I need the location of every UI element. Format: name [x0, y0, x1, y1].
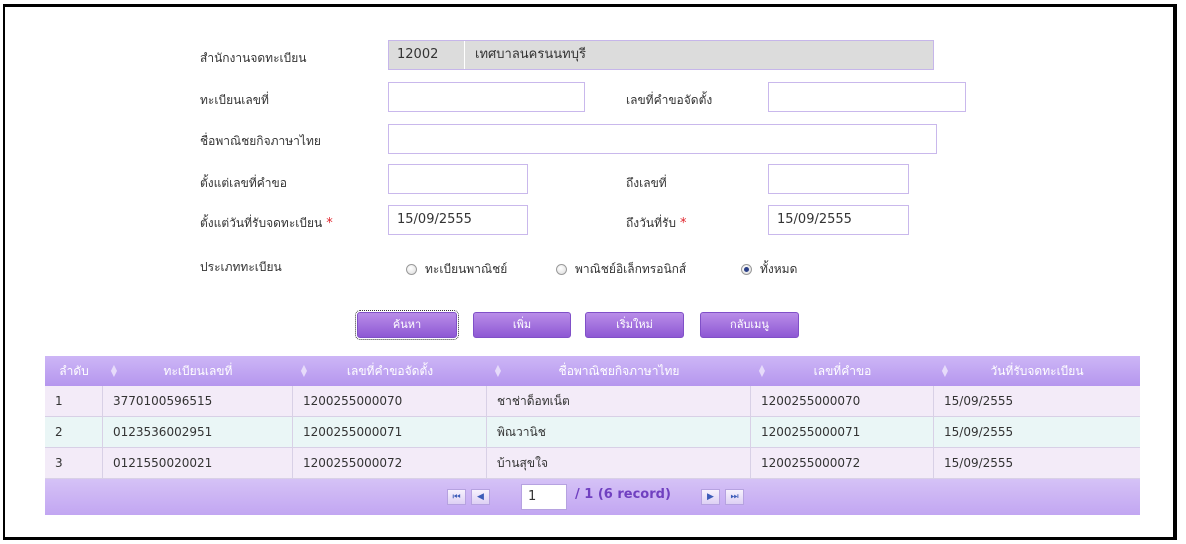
next-page-icon[interactable]: ▶ [701, 489, 720, 505]
cell-request-no: 1200255000070 [293, 386, 487, 416]
col-header-request-no[interactable]: ▲ ▼ เลขที่คำขอจัดตั้ง [293, 356, 487, 386]
request-no-input[interactable] [768, 82, 966, 112]
col-header-label: เลขที่คำขอ [813, 364, 872, 378]
table-row[interactable]: 3 0121550020021 1200255000072 บ้านสุขใจ … [45, 448, 1140, 479]
col-header-label: ทะเบียนเลขที่ [163, 364, 233, 378]
radio-commercial-label: ทะเบียนพาณิชย์ [425, 262, 508, 276]
cell-date: 15/09/2555 [944, 456, 1014, 470]
office-label: สำนักงานจดทะเบียน [200, 51, 307, 65]
cell-reg-no: 0123536002951 [103, 417, 293, 447]
radio-ecommerce-label: พาณิชย์อิเล็กทรอนิกส์ [575, 262, 687, 276]
col-header-reg-no[interactable]: ▲ ▼ ทะเบียนเลขที่ [103, 356, 293, 386]
office-field: 12002 เทศบาลนครนนทบุรี [388, 40, 934, 70]
cell-index: 3 [45, 448, 103, 478]
radio-all-label: ทั้งหมด [760, 262, 798, 276]
page-input[interactable]: 1 [521, 484, 567, 510]
office-name: เทศบาลนครนนทบุรี [475, 47, 586, 62]
cell-company: บ้านสุขใจ [487, 448, 751, 478]
col-header-label: เลขที่คำขอจัดตั้ง [346, 364, 434, 378]
radio-circle-selected[interactable] [741, 264, 752, 275]
request-no-label: เลขที่คำขอจัดตั้ง [626, 93, 713, 107]
table-row[interactable]: 2 0123536002951 1200255000071 พิณวานิช 1… [45, 417, 1140, 448]
radio-ecommerce[interactable]: พาณิชย์อิเล็กทรอนิกส์ [556, 260, 686, 279]
cell-req: 1200255000070 [751, 386, 934, 416]
col-header-label: ลำดับ [59, 364, 89, 378]
required-mark: * [326, 216, 333, 231]
col-header-req[interactable]: ▲ ▼ เลขที่คำขอ [751, 356, 934, 386]
radio-all[interactable]: ทั้งหมด [741, 260, 797, 279]
first-page-icon[interactable]: ⏮ [447, 489, 466, 505]
radio-circle[interactable] [556, 264, 567, 275]
to-no-label: ถึงเลขที่ [626, 176, 667, 190]
sort-icon: ▲ ▼ [494, 363, 502, 378]
cell-company: พิณวานิช [487, 417, 751, 447]
cell-req: 1200255000071 [751, 417, 934, 447]
cell-company: ชาช่าด็อทเน็ต [487, 386, 751, 416]
cell-req: 1200255000072 [751, 448, 934, 478]
cell-request-no: 1200255000071 [293, 417, 487, 447]
add-button[interactable]: เพิ่ม [473, 312, 571, 338]
cell-date: 15/09/2555 [944, 425, 1014, 439]
cell-index: 2 [45, 417, 103, 447]
page-summary: / 1 (6 record) [575, 487, 671, 502]
radio-commercial[interactable]: ทะเบียนพาณิชย์ [406, 260, 507, 279]
cell-reg-no: 0121550020021 [103, 448, 293, 478]
to-no-input[interactable] [768, 164, 909, 194]
cell-date: 15/09/2555 [944, 394, 1014, 408]
to-date-label-text: ถึงวันที่รับ [626, 216, 677, 230]
cell-request-no: 1200255000072 [293, 448, 487, 478]
col-header-label: วันที่รับจดทะเบียน [990, 364, 1084, 378]
cell-reg-no: 3770100596515 [103, 386, 293, 416]
from-date-label: ตั้งแต่วันที่รับจดทะเบียน * [200, 214, 333, 233]
from-request-input[interactable] [388, 164, 528, 194]
results-table: ลำดับ ▲ ▼ ทะเบียนเลขที่ ▲ ▼ เลขที่คำขอจัดตั้… [45, 356, 1140, 515]
reg-no-input[interactable] [388, 82, 585, 112]
last-page-icon[interactable]: ⏭ [725, 489, 744, 505]
sort-icon: ▲ ▼ [758, 363, 766, 378]
reset-button[interactable]: เริ่มใหม่ [585, 312, 684, 338]
from-date-label-text: ตั้งแต่วันที่รับจดทะเบียน [200, 216, 323, 230]
menu-button[interactable]: กลับเมนู [700, 312, 799, 338]
from-request-label: ตั้งแต่เลขที่คำขอ [200, 176, 287, 190]
sort-icon: ▲ ▼ [941, 363, 949, 378]
sort-icon: ▲ ▼ [300, 363, 308, 378]
to-date-input[interactable]: 15/09/2555 [768, 205, 909, 235]
prev-page-icon[interactable]: ◀ [471, 489, 490, 505]
pager: ⏮ ◀ 1 / 1 (6 record) ▶ ⏭ [45, 479, 1140, 515]
company-name-input[interactable] [388, 124, 937, 154]
from-date-input[interactable]: 15/09/2555 [388, 205, 528, 235]
col-header-label: ชื่อพาณิชยกิจภาษาไทย [558, 364, 680, 378]
table-row[interactable]: 1 3770100596515 1200255000070 ชาช่าด็อทเ… [45, 386, 1140, 417]
col-header-company[interactable]: ▲ ▼ ชื่อพาณิชยกิจภาษาไทย [487, 356, 751, 386]
to-date-label: ถึงวันที่รับ * [626, 214, 687, 233]
table-header: ลำดับ ▲ ▼ ทะเบียนเลขที่ ▲ ▼ เลขที่คำขอจัดตั้… [45, 356, 1140, 386]
col-header-index[interactable]: ลำดับ [45, 356, 103, 386]
radio-circle[interactable] [406, 264, 417, 275]
office-code: 12002 [397, 47, 439, 62]
cell-index: 1 [45, 386, 103, 416]
office-separator [464, 41, 465, 69]
reg-type-label: ประเภททะเบียน [200, 260, 282, 274]
col-header-date[interactable]: ▲ ▼ วันที่รับจดทะเบียน [934, 356, 1140, 386]
reg-no-label: ทะเบียนเลขที่ [200, 93, 269, 107]
sort-icon: ▲ ▼ [110, 363, 118, 378]
required-mark: * [680, 216, 687, 231]
company-name-label: ชื่อพาณิชยกิจภาษาไทย [200, 134, 321, 148]
search-button[interactable]: ค้นหา [355, 310, 459, 340]
